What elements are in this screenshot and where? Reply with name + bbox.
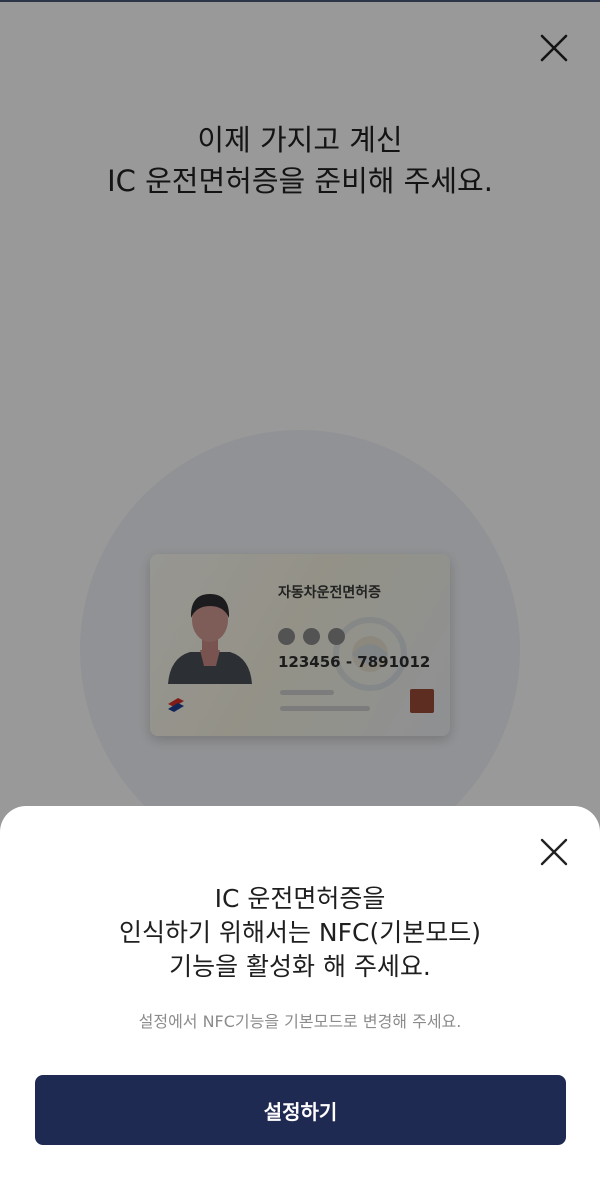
sheet-close-button[interactable]: [534, 832, 574, 872]
sheet-description: 설정에서 NFC기능을 기본모드로 변경해 주세요.: [138, 1012, 462, 1031]
settings-button[interactable]: 설정하기: [35, 1075, 566, 1145]
sheet-title-line-2: 인식하기 위해서는 NFC(기본모드): [119, 918, 481, 947]
sheet-title-line-3: 기능을 활성화 해 주세요.: [169, 952, 431, 981]
sheet-title-line-1: IC 운전면허증을: [214, 884, 386, 913]
nfc-settings-bottom-sheet: IC 운전면허증을 인식하기 위해서는 NFC(기본모드) 기능을 활성화 해 …: [0, 806, 600, 1180]
sheet-title: IC 운전면허증을 인식하기 위해서는 NFC(기본모드) 기능을 활성화 해 …: [0, 882, 600, 984]
close-icon: [540, 838, 568, 866]
